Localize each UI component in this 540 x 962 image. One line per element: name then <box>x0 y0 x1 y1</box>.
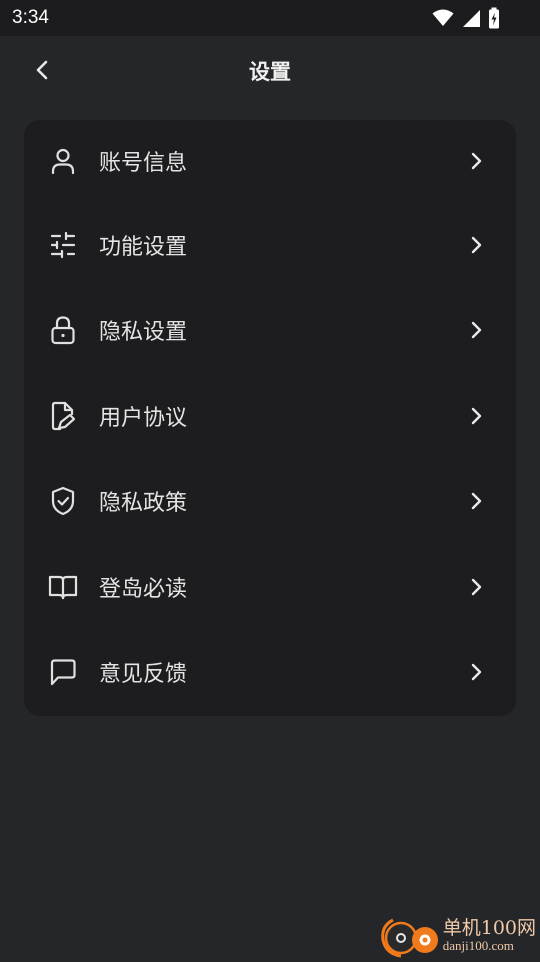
menu-item-privacy-policy[interactable]: 隐私政策 <box>24 459 516 545</box>
danji100-logo-icon <box>379 914 439 958</box>
shield-check-icon <box>48 486 78 516</box>
menu-item-feature-settings[interactable]: 功能设置 <box>24 202 516 288</box>
menu-item-label: 用户协议 <box>99 400 187 432</box>
menu-item-label: 账号信息 <box>99 145 187 177</box>
user-icon <box>48 146 78 176</box>
menu-item-label: 隐私政策 <box>99 485 187 517</box>
watermark-text: 单机100网 danji100.com <box>443 919 536 953</box>
wifi-icon <box>432 9 454 31</box>
sliders-icon <box>48 230 78 260</box>
chevron-right-icon <box>466 406 486 426</box>
status-bar: 3:34 <box>0 0 540 36</box>
status-time: 3:34 <box>12 7 49 29</box>
menu-item-label: 功能设置 <box>99 229 187 261</box>
watermark-url: danji100.com <box>443 939 536 953</box>
menu-item-user-agreement[interactable]: 用户协议 <box>24 373 516 459</box>
chevron-right-icon <box>466 577 486 597</box>
battery-charging-icon <box>488 7 500 33</box>
message-square-icon <box>48 657 78 687</box>
book-open-icon <box>48 572 78 602</box>
page-title: 设置 <box>0 56 540 86</box>
menu-item-label: 登岛必读 <box>99 571 187 603</box>
menu-item-label: 意见反馈 <box>99 656 187 688</box>
cellular-signal-icon <box>461 9 481 32</box>
app-header: 设置 <box>0 36 540 108</box>
chevron-right-icon <box>466 235 486 255</box>
menu-item-feedback[interactable]: 意见反馈 <box>24 630 516 716</box>
chevron-right-icon <box>466 320 486 340</box>
menu-item-label: 隐私设置 <box>99 314 187 346</box>
document-pen-icon <box>48 401 78 431</box>
chevron-right-icon <box>466 491 486 511</box>
status-icons <box>432 7 500 33</box>
menu-item-privacy-settings[interactable]: 隐私设置 <box>24 288 516 374</box>
menu-item-island-guide[interactable]: 登岛必读 <box>24 544 516 630</box>
menu-item-account-info[interactable]: 账号信息 <box>24 120 516 202</box>
chevron-right-icon <box>466 662 486 682</box>
watermark: 单机100网 danji100.com <box>379 914 536 958</box>
lock-icon <box>48 315 78 345</box>
settings-menu: 账号信息 功能设置 隐私设置 <box>24 120 516 716</box>
watermark-title: 单机100网 <box>443 919 536 939</box>
chevron-right-icon <box>466 151 486 171</box>
